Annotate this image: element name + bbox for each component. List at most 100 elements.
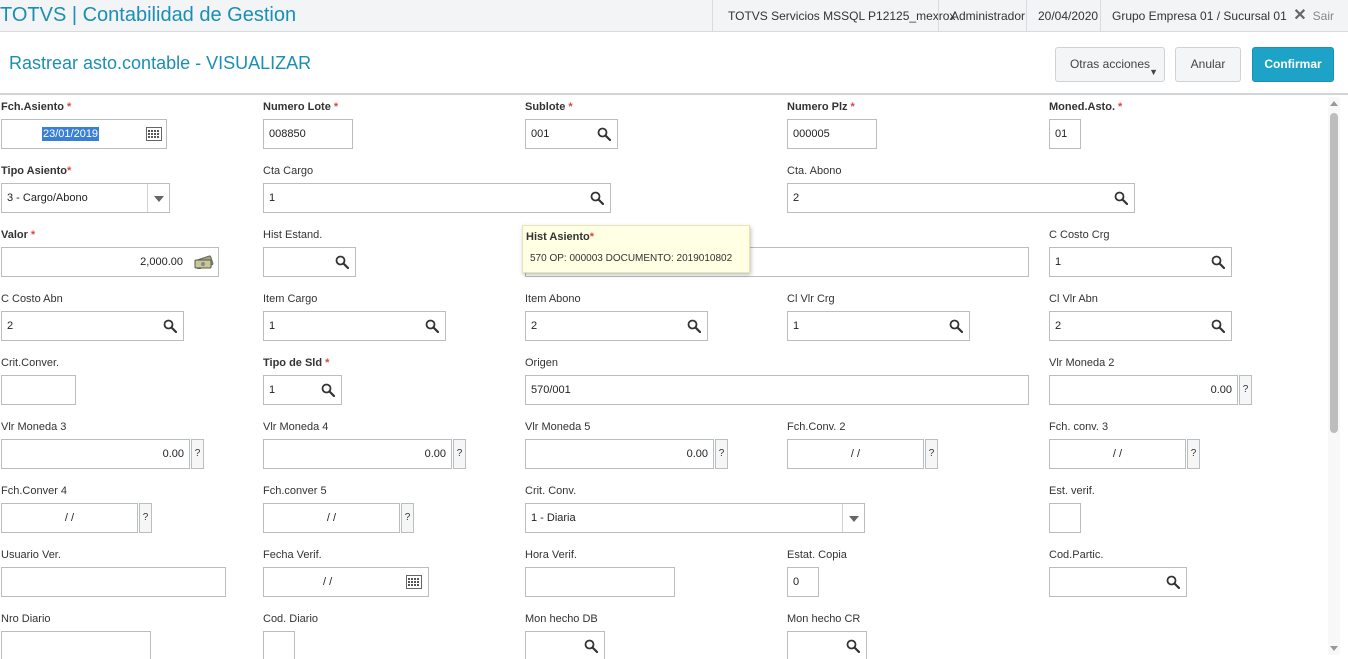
- calendar-icon[interactable]: [146, 127, 162, 141]
- search-icon[interactable]: [1211, 255, 1225, 269]
- item-abono-input[interactable]: 2: [525, 311, 708, 341]
- moned-asto-input[interactable]: 01: [1049, 119, 1081, 149]
- cl-vlr-abn-input[interactable]: 2: [1049, 311, 1232, 341]
- hist-estand-input[interactable]: [263, 247, 356, 277]
- close-icon: ✕: [1293, 7, 1307, 24]
- tipo-asiento-select[interactable]: 3 - Cargo/Abono: [1, 183, 170, 213]
- cta-abono-label: Cta. Abono: [787, 165, 842, 177]
- vlr-moneda-5-input[interactable]: 0.00: [525, 439, 714, 469]
- fch-conver-4-label: Fch.Conver 4: [1, 485, 68, 497]
- fch-conver-5-help-button[interactable]: ?: [401, 503, 414, 533]
- search-icon[interactable]: [597, 127, 611, 141]
- search-icon[interactable]: [846, 639, 860, 653]
- vlr-moneda-2-label: Vlr Moneda 2: [1049, 357, 1115, 369]
- company-label: Grupo Empresa 01 / Sucursal 01: [1100, 0, 1287, 32]
- search-icon[interactable]: [1166, 575, 1180, 589]
- origen-input[interactable]: 570/001: [525, 375, 1029, 405]
- search-icon[interactable]: [163, 319, 177, 333]
- search-icon[interactable]: [335, 255, 349, 269]
- numero-plz-input[interactable]: 000005: [787, 119, 877, 149]
- search-icon[interactable]: [321, 383, 335, 397]
- dropdown-arrow-icon[interactable]: [842, 504, 864, 532]
- hora-verif-input[interactable]: [525, 567, 675, 597]
- fecha-verif-label: Fecha Verif.: [263, 549, 322, 561]
- cta-cargo-input[interactable]: 1: [263, 183, 611, 213]
- cod-diario-input[interactable]: [263, 631, 295, 659]
- scroll-thumb[interactable]: [1330, 113, 1338, 433]
- crit-conv-label: Crit. Conv.: [525, 485, 577, 497]
- other-actions-button[interactable]: Otras acciones ▼: [1055, 47, 1165, 82]
- sublote-input[interactable]: 001: [525, 119, 618, 149]
- fch-conv-2-input[interactable]: / /: [787, 439, 924, 469]
- cod-partic-input[interactable]: [1049, 567, 1187, 597]
- dropdown-arrow-icon[interactable]: [147, 184, 169, 212]
- tipo-asiento-value: 3 - Cargo/Abono: [7, 192, 88, 204]
- vlr-moneda-4-input[interactable]: 0.00: [263, 439, 452, 469]
- fch-conv-2-help-button[interactable]: ?: [925, 439, 938, 469]
- crit-conver-input[interactable]: [1, 375, 76, 405]
- vlr-moneda-3-help-button[interactable]: ?: [191, 439, 204, 469]
- fch-conv-3-input[interactable]: / /: [1049, 439, 1186, 469]
- vlr-moneda-5-label: Vlr Moneda 5: [525, 421, 591, 433]
- tipo-de-sld-input[interactable]: 1: [263, 375, 342, 405]
- fch-conver-4-help-button[interactable]: ?: [139, 503, 152, 533]
- c-costo-abn-value: 2: [7, 320, 14, 332]
- search-icon[interactable]: [584, 639, 598, 653]
- search-icon[interactable]: [687, 319, 701, 333]
- fch-asiento-label: Fch.Asiento *: [1, 101, 72, 113]
- fch-conver-5-input[interactable]: / /: [263, 503, 400, 533]
- search-icon[interactable]: [1211, 319, 1225, 333]
- estat-copia-input[interactable]: 0: [787, 567, 819, 597]
- sublote-label: Sublote *: [525, 101, 573, 113]
- valor-input[interactable]: 2,000.00: [1, 247, 219, 277]
- calendar-icon[interactable]: [406, 575, 422, 589]
- fch-conver-4-input[interactable]: / /: [1, 503, 138, 533]
- crit-conv-value: 1 - Diaria: [531, 512, 576, 524]
- cl-vlr-crg-input[interactable]: 1: [787, 311, 970, 341]
- vlr-moneda-2-help-button[interactable]: ?: [1239, 375, 1252, 405]
- vlr-moneda-3-input[interactable]: 0.00: [1, 439, 190, 469]
- item-cargo-label: Item Cargo: [263, 293, 318, 305]
- usuario-ver-input[interactable]: [1, 567, 226, 597]
- fch-asiento-input[interactable]: 23/01/2019: [1, 119, 167, 149]
- c-costo-abn-label: C Costo Abn: [1, 293, 63, 305]
- cta-abono-input[interactable]: 2: [787, 183, 1135, 213]
- hist-estand-label: Hist Estand.: [263, 229, 323, 241]
- confirm-button[interactable]: Confirmar: [1252, 47, 1334, 82]
- money-icon[interactable]: [194, 255, 214, 269]
- search-icon[interactable]: [1114, 191, 1128, 205]
- vlr-moneda-5-help-button[interactable]: ?: [715, 439, 728, 469]
- cancel-button[interactable]: Anular: [1175, 47, 1241, 82]
- form-area: Fch.Asiento * 23/01/2019 Numero Lote * 008…: [0, 97, 1327, 659]
- search-icon[interactable]: [425, 319, 439, 333]
- user-label: Administrador: [938, 0, 1026, 32]
- vlr-moneda-2-input[interactable]: 0.00: [1049, 375, 1238, 405]
- c-costo-crg-input[interactable]: 1: [1049, 247, 1232, 277]
- item-abono-value: 2: [531, 320, 538, 332]
- estat-copia-label: Estat. Copia: [787, 549, 847, 561]
- scroll-down-icon[interactable]: [1330, 646, 1338, 651]
- vlr-moneda-3-label: Vlr Moneda 3: [1, 421, 67, 433]
- est-verif-input[interactable]: [1049, 503, 1081, 533]
- search-icon[interactable]: [949, 319, 963, 333]
- fch-conv-3-help-button[interactable]: ?: [1187, 439, 1200, 469]
- cl-vlr-crg-value: 1: [793, 320, 800, 332]
- c-costo-abn-input[interactable]: 2: [1, 311, 184, 341]
- search-icon[interactable]: [590, 191, 604, 205]
- hist-asiento-tooltip: Hist Asiento* 570 OP: 000003 DOCUMENTO: …: [522, 225, 750, 273]
- numero-lote-input[interactable]: 008850: [263, 119, 353, 149]
- exit-button[interactable]: ✕ Sair: [1293, 0, 1334, 32]
- sublote-value: 001: [531, 128, 550, 140]
- crit-conv-select[interactable]: 1 - Diaria: [525, 503, 865, 533]
- nro-diario-input[interactable]: [1, 631, 151, 659]
- fecha-verif-input[interactable]: / /: [263, 567, 429, 597]
- hist-asiento-label: Hist Asiento*: [526, 231, 595, 243]
- scroll-up-icon[interactable]: [1330, 101, 1338, 106]
- fecha-verif-value: / /: [323, 576, 333, 588]
- mon-hecho-db-input[interactable]: [525, 631, 605, 659]
- mon-hecho-cr-input[interactable]: [787, 631, 867, 659]
- vlr-moneda-4-help-button[interactable]: ?: [453, 439, 466, 469]
- tipo-de-sld-label: Tipo de Sld *: [263, 357, 330, 369]
- vertical-scrollbar[interactable]: [1328, 97, 1340, 655]
- item-cargo-input[interactable]: 1: [263, 311, 446, 341]
